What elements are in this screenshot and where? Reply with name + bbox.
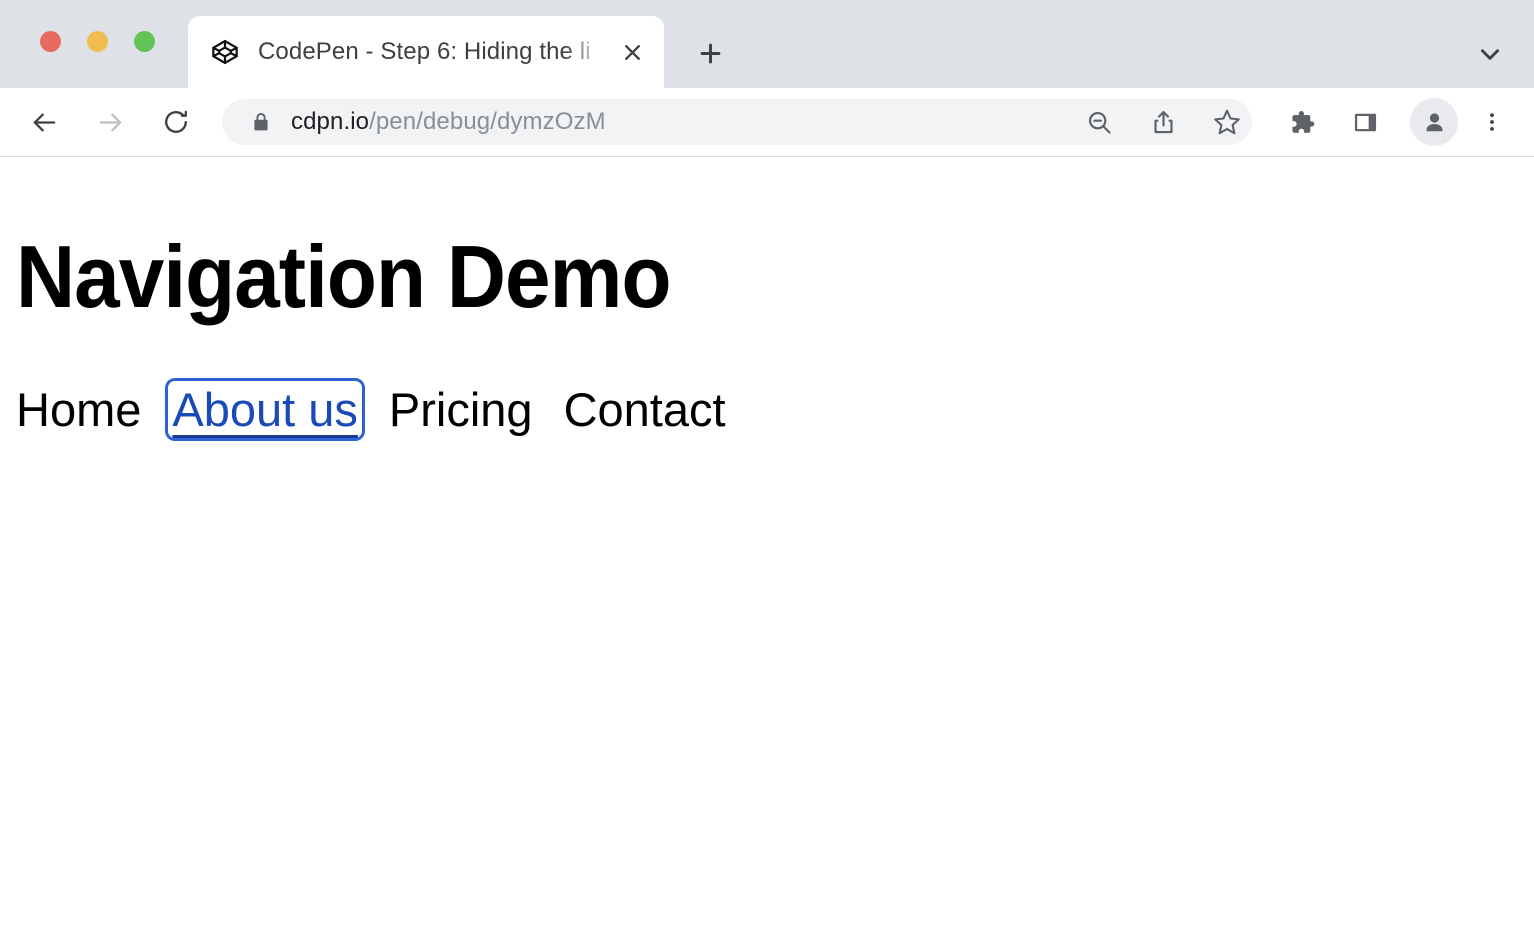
- tab-close-button[interactable]: [614, 34, 650, 70]
- window-controls: [40, 31, 155, 52]
- browser-toolbar: cdpn.io/pen/debug/dymzOzM: [0, 88, 1534, 157]
- browser-tab-active[interactable]: CodePen - Step 6: Hiding the li: [188, 16, 664, 88]
- share-icon[interactable]: [1138, 99, 1188, 145]
- omnibox-actions: [1060, 99, 1252, 145]
- side-panel-icon[interactable]: [1340, 98, 1390, 146]
- profile-avatar-icon[interactable]: [1410, 98, 1458, 146]
- nav-link-contact[interactable]: Contact: [564, 385, 726, 434]
- window-maximize-button[interactable]: [134, 31, 155, 52]
- page-viewport: Navigation Demo Home About us Pricing Co…: [0, 157, 1534, 950]
- site-navigation: Home About us Pricing Contact: [16, 385, 726, 434]
- tab-title-container: CodePen - Step 6: Hiding the li: [258, 35, 610, 69]
- forward-arrow-icon: [86, 98, 134, 146]
- nav-link-home[interactable]: Home: [16, 385, 141, 434]
- tab-strip: CodePen - Step 6: Hiding the li: [0, 0, 1534, 88]
- window-minimize-button[interactable]: [87, 31, 108, 52]
- chevron-down-icon[interactable]: [1468, 32, 1512, 76]
- new-tab-button[interactable]: [682, 30, 738, 76]
- tab-title: CodePen - Step 6: Hiding the li: [258, 38, 591, 66]
- browser-window: CodePen - Step 6: Hiding the li: [0, 0, 1534, 950]
- nav-link-about-us[interactable]: About us: [172, 385, 358, 434]
- toolbar-right-actions: [1262, 98, 1522, 146]
- url-path: /pen/debug/dymzOzM: [369, 108, 606, 135]
- page-title: Navigation Demo: [16, 232, 671, 322]
- back-arrow-icon[interactable]: [20, 98, 68, 146]
- window-close-button[interactable]: [40, 31, 61, 52]
- reload-icon[interactable]: [152, 98, 200, 146]
- nav-link-pricing[interactable]: Pricing: [389, 385, 533, 434]
- url-host: cdpn.io: [291, 108, 369, 135]
- three-dot-menu-icon[interactable]: [1470, 98, 1514, 146]
- bookmark-star-icon[interactable]: [1202, 99, 1252, 145]
- lock-icon[interactable]: [248, 109, 274, 135]
- zoom-out-icon[interactable]: [1074, 99, 1124, 145]
- extensions-puzzle-icon[interactable]: [1276, 98, 1326, 146]
- codepen-icon: [210, 37, 240, 67]
